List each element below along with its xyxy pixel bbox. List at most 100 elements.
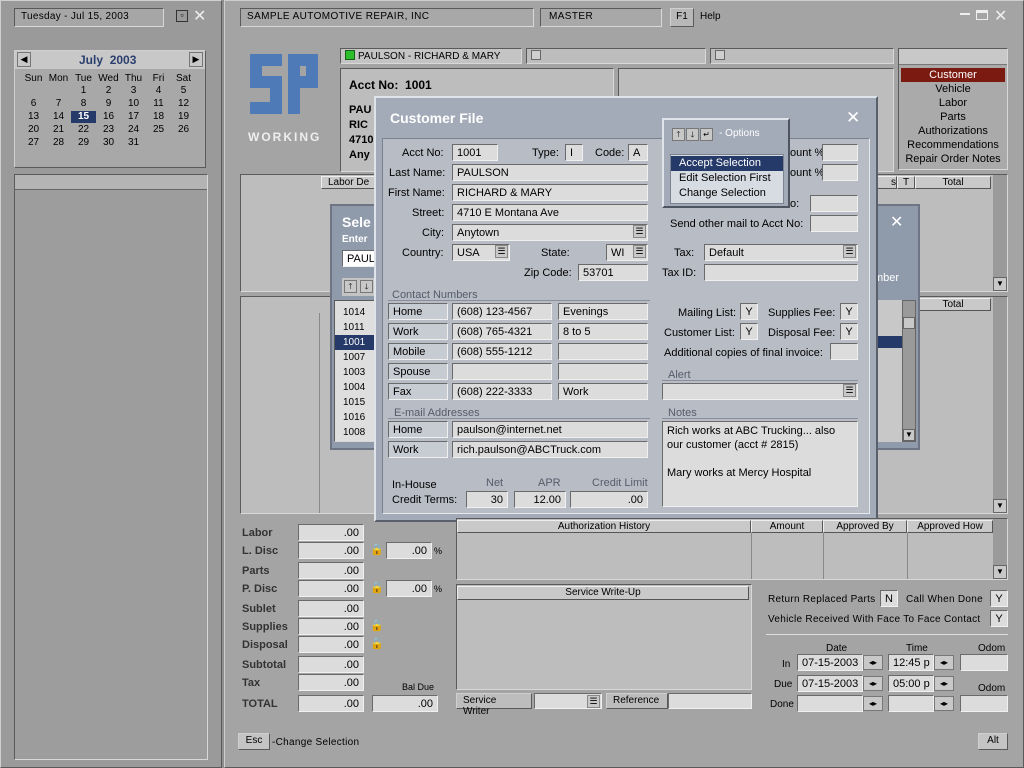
calendar-day[interactable]: 20 xyxy=(21,124,46,136)
customer-list-field[interactable]: Y xyxy=(740,323,758,340)
contact-note[interactable]: Evenings xyxy=(558,303,648,320)
odom-field[interactable] xyxy=(960,695,1008,712)
calendar-day[interactable]: 3 xyxy=(121,85,146,97)
contact-type[interactable]: Home xyxy=(388,303,448,320)
type-field[interactable]: I xyxy=(565,144,583,161)
select-close-icon[interactable]: ✕ xyxy=(890,212,903,232)
street-field[interactable]: 4710 E Montana Ave xyxy=(452,204,648,221)
record-menu-item[interactable]: Parts xyxy=(901,110,1005,124)
acct-field[interactable]: 1001 xyxy=(452,144,498,161)
calendar-day[interactable]: 13 xyxy=(21,111,46,123)
calendar-day[interactable]: 30 xyxy=(96,137,121,149)
select-list-item[interactable]: 1016 xyxy=(335,410,379,425)
total-row-value[interactable]: .00 xyxy=(298,524,364,541)
bal-due-value[interactable]: .00 xyxy=(372,695,438,712)
record-menu-item[interactable]: Recommendations xyxy=(901,138,1005,152)
city-field[interactable]: Anytown xyxy=(452,224,648,241)
close-icon[interactable]: ✕ xyxy=(193,6,206,26)
record-menu-item[interactable]: Repair Order Notes xyxy=(901,152,1005,166)
alert-field[interactable] xyxy=(662,383,858,400)
esc-button[interactable]: Esc xyxy=(238,733,270,750)
total-row-value[interactable]: .00 xyxy=(298,656,364,673)
main-close-icon[interactable]: ✕ xyxy=(994,6,1007,26)
order-tab[interactable] xyxy=(710,48,894,64)
state-field[interactable]: WI xyxy=(606,244,648,261)
taxid-field[interactable] xyxy=(704,264,858,281)
select-list-item[interactable]: 1008 xyxy=(335,425,379,440)
calendar-day[interactable]: 15 xyxy=(71,111,96,123)
face-field[interactable]: Y xyxy=(990,610,1008,627)
restore-icon[interactable]: ▫ xyxy=(176,10,188,22)
calendar-day[interactable]: 19 xyxy=(171,111,196,123)
select-list-item[interactable]: 1014 xyxy=(335,305,379,320)
calendar-day[interactable]: 1 xyxy=(71,85,96,97)
calendar-day[interactable]: 14 xyxy=(46,111,71,123)
call-done-field[interactable]: Y xyxy=(990,590,1008,607)
calendar-day[interactable]: 2 xyxy=(96,85,121,97)
writer-dropdown-icon[interactable]: ☰ xyxy=(587,695,600,708)
select-list-item[interactable]: 1001 xyxy=(335,335,379,350)
options-item[interactable]: Edit Selection First xyxy=(671,171,783,186)
calendar-day[interactable]: 28 xyxy=(46,137,71,149)
return-parts-field[interactable]: N xyxy=(880,590,898,607)
options-item[interactable]: Accept Selection xyxy=(671,156,783,171)
disposal-fee-field[interactable]: Y xyxy=(840,323,858,340)
copies-field[interactable] xyxy=(830,343,858,360)
parts-scrollbar[interactable]: ▼ xyxy=(993,297,1007,513)
scroll-thumb[interactable] xyxy=(903,317,915,329)
options-enter-icon[interactable]: ↵ xyxy=(700,128,713,141)
zip-field[interactable]: 53701 xyxy=(578,264,648,281)
calendar-day[interactable]: 10 xyxy=(121,98,146,110)
time-field[interactable]: 12:45 p xyxy=(888,654,934,671)
contact-number[interactable]: (608) 765-4321 xyxy=(452,323,552,340)
service-writer-field[interactable]: ☰ xyxy=(534,693,602,709)
auth-scroll-down-icon[interactable]: ▼ xyxy=(993,565,1007,579)
contact-type[interactable]: Work xyxy=(388,323,448,340)
calendar-day[interactable]: 5 xyxy=(171,85,196,97)
first-name-field[interactable]: RICHARD & MARY xyxy=(452,184,648,201)
customer-tab[interactable]: PAULSON - RICHARD & MARY xyxy=(340,48,522,64)
select-scroll-down-icon[interactable]: ▼ xyxy=(903,429,915,441)
total-row-value[interactable]: .00 xyxy=(298,618,364,635)
select-list-item[interactable]: 1003 xyxy=(335,365,379,380)
calendar-day[interactable]: 22 xyxy=(71,124,96,136)
alt-button[interactable]: Alt xyxy=(978,733,1008,750)
lock-icon[interactable]: 🔒 xyxy=(370,619,384,633)
calendar-day[interactable]: 29 xyxy=(71,137,96,149)
labor-disc-pct[interactable]: .00 xyxy=(386,542,432,559)
time-field[interactable]: 05:00 p xyxy=(888,675,934,692)
calendar-day[interactable]: 7 xyxy=(46,98,71,110)
calendar-day[interactable]: 27 xyxy=(21,137,46,149)
options-down-icon[interactable]: 🡓 xyxy=(686,128,699,141)
select-list-item[interactable]: 1007 xyxy=(335,350,379,365)
customer-file-close-icon[interactable]: ✕ xyxy=(846,108,860,128)
total-row-value[interactable]: .00 xyxy=(298,562,364,579)
options-item[interactable]: Change Selection xyxy=(671,186,783,201)
total-row-value[interactable]: .00 xyxy=(298,674,364,691)
total-row-value[interactable]: .00 xyxy=(298,636,364,653)
scroll-down-icon[interactable]: ▼ xyxy=(993,277,1007,291)
calendar-day[interactable]: 8 xyxy=(71,98,96,110)
contact-number[interactable] xyxy=(452,363,552,380)
calendar-day[interactable]: 9 xyxy=(96,98,121,110)
total-row-value[interactable]: .00 xyxy=(298,542,364,559)
f1-key[interactable]: F1 xyxy=(670,8,694,27)
calendar-day[interactable]: 26 xyxy=(171,124,196,136)
reference-field[interactable] xyxy=(668,693,752,709)
net-field[interactable]: 30 xyxy=(466,491,508,508)
time-field[interactable] xyxy=(888,695,934,712)
up-arrow-icon[interactable]: 🡑 xyxy=(344,280,357,293)
email-type[interactable]: Home xyxy=(388,421,448,438)
total-row-value[interactable]: .00 xyxy=(298,580,364,597)
contact-number[interactable]: (608) 222-3333 xyxy=(452,383,552,400)
select-list-item[interactable]: 1015 xyxy=(335,395,379,410)
email-type[interactable]: Work xyxy=(388,441,448,458)
contact-note[interactable] xyxy=(558,363,648,380)
record-menu-item[interactable]: Labor xyxy=(901,96,1005,110)
record-menu-item[interactable]: Customer xyxy=(901,68,1005,82)
lock-icon[interactable]: 🔒 xyxy=(370,637,384,651)
email-address[interactable]: rich.paulson@ABCTruck.com xyxy=(452,441,648,458)
contact-number[interactable]: (608) 555-1212 xyxy=(452,343,552,360)
date-field[interactable] xyxy=(797,695,863,712)
calendar-day[interactable]: 4 xyxy=(146,85,171,97)
